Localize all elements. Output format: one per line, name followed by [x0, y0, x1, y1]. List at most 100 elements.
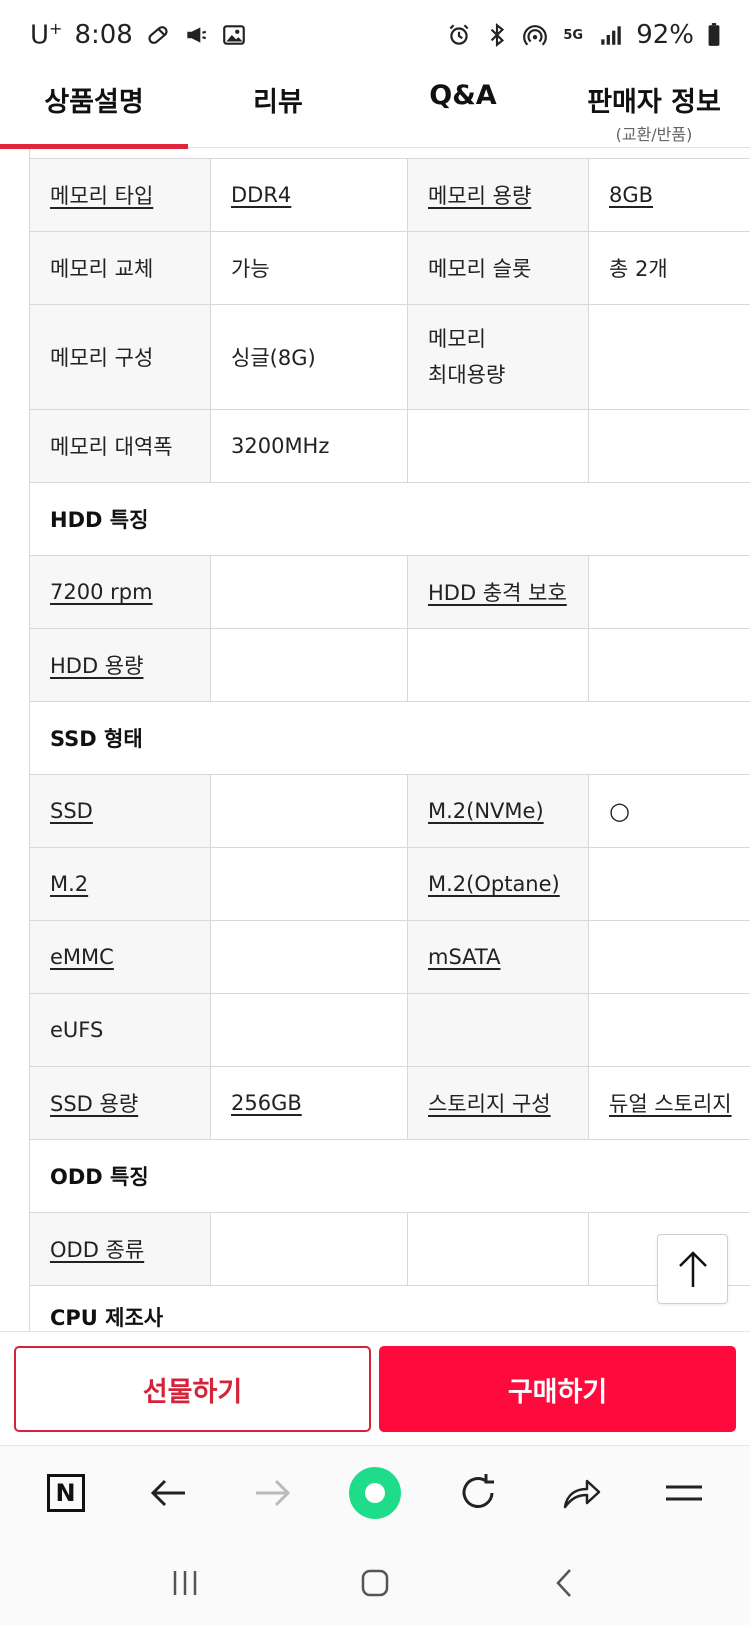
recent-apps-button[interactable]	[155, 1553, 215, 1613]
spec-value-cell[interactable]: DDR4	[210, 158, 408, 232]
tab-qna[interactable]: Q&A	[368, 70, 558, 148]
share-button[interactable]	[550, 1462, 612, 1524]
spec-label[interactable]: M.2(Optane)	[428, 872, 560, 896]
spec-row: eUFS	[29, 993, 750, 1067]
hamburger-menu-icon	[666, 1485, 703, 1501]
spec-label-cell: eUFS	[29, 993, 211, 1067]
spec-label[interactable]: 메모리 용량	[428, 184, 531, 208]
image-icon	[221, 22, 247, 48]
spec-label-cell[interactable]: 7200 rpm	[29, 555, 211, 629]
system-back-button[interactable]	[535, 1553, 595, 1613]
spec-value-cell: ○	[588, 774, 750, 848]
spec-label-cell[interactable]: M.2(NVMe)	[407, 774, 589, 848]
spec-label-cell[interactable]: HDD 용량	[29, 628, 211, 702]
buy-button[interactable]: 구매하기	[379, 1346, 736, 1432]
tab-seller-info[interactable]: 판매자 정보 (교환/반품)	[558, 70, 750, 148]
status-bar: U+ 8:08 5G 92%	[0, 0, 750, 70]
spec-row: M.2 M.2(Optane)	[29, 847, 750, 921]
spec-label[interactable]: M.2(NVMe)	[428, 799, 544, 823]
home-icon	[361, 1569, 389, 1596]
spec-row: ODD 종류	[29, 1212, 750, 1286]
spec-content[interactable]: 메모리 타입 DDR4 메모리 용량 8GB 메모리 교체 가능 메모리 슬롯 …	[0, 149, 750, 1331]
tab-product-description[interactable]: 상품설명	[0, 70, 188, 149]
browser-toolbar: N	[0, 1445, 750, 1540]
spec-row: HDD 용량	[29, 628, 750, 702]
scroll-to-top-button[interactable]	[657, 1234, 728, 1304]
section-heading: CPU 제조사	[29, 1285, 750, 1331]
spec-value-cell	[210, 847, 408, 921]
naver-home-button[interactable]: N	[35, 1462, 97, 1524]
spec-label-cell: 메모리 구성	[29, 304, 211, 410]
spec-label[interactable]: SSD	[50, 799, 93, 823]
tab-label: Q&A	[429, 80, 497, 111]
spec-label-cell[interactable]: HDD 충격 보호	[407, 555, 589, 629]
spec-value-cell	[588, 920, 750, 994]
system-navigation	[0, 1540, 750, 1625]
arrow-up-icon	[678, 1251, 707, 1287]
alarm-icon	[446, 22, 472, 48]
spec-label-cell	[407, 1212, 589, 1286]
spec-label-cell[interactable]: 메모리 용량	[407, 158, 589, 232]
spec-value-cell[interactable]: 256GB	[210, 1066, 408, 1140]
spec-label[interactable]: 스토리지 구성	[428, 1092, 551, 1116]
spec-label-cell[interactable]: M.2(Optane)	[407, 847, 589, 921]
spec-row: 메모리 대역폭 3200MHz	[29, 409, 750, 483]
spec-value-cell	[210, 628, 408, 702]
status-right: 5G 92%	[446, 20, 722, 50]
status-time: 8:08	[74, 20, 133, 50]
home-button[interactable]	[345, 1553, 405, 1613]
purchase-bar: 선물하기 구매하기	[0, 1331, 750, 1445]
spec-label[interactable]: eMMC	[50, 945, 114, 969]
spec-label-cell[interactable]: eMMC	[29, 920, 211, 994]
spec-label[interactable]: SSD 용량	[50, 1092, 138, 1116]
spec-label-cell[interactable]: SSD	[29, 774, 211, 848]
spec-value-cell: 총 2개	[588, 231, 750, 305]
spec-label[interactable]: mSATA	[428, 945, 500, 969]
reload-button[interactable]	[447, 1462, 509, 1524]
spec-label-cell: 메모리 대역폭	[29, 409, 211, 483]
spec-section-row: ODD 특징	[29, 1139, 750, 1213]
tab-sublabel: (교환/반품)	[615, 125, 693, 144]
check-circle-mark: ○	[609, 797, 630, 825]
spec-value[interactable]: 256GB	[231, 1091, 302, 1115]
megaphone-icon	[183, 22, 209, 48]
forward-button[interactable]	[241, 1462, 303, 1524]
spec-label[interactable]: HDD 용량	[50, 654, 143, 678]
spec-label-cell[interactable]: M.2	[29, 847, 211, 921]
spec-label-cell[interactable]: SSD 용량	[29, 1066, 211, 1140]
spec-label[interactable]: HDD 충격 보호	[428, 581, 567, 605]
status-left: U+ 8:08	[30, 19, 247, 51]
spec-label-cell[interactable]: ODD 종류	[29, 1212, 211, 1286]
spec-value[interactable]: 8GB	[609, 183, 653, 207]
menu-button[interactable]	[653, 1462, 715, 1524]
spec-label[interactable]: ODD 종류	[50, 1238, 144, 1262]
tab-label: 리뷰	[253, 87, 303, 118]
spec-value-cell: 3200MHz	[210, 409, 408, 483]
spec-label[interactable]: 메모리 타입	[50, 184, 153, 208]
arrow-right-icon	[255, 1479, 290, 1507]
spec-table: 메모리 타입 DDR4 메모리 용량 8GB 메모리 교체 가능 메모리 슬롯 …	[29, 158, 750, 1331]
spec-label-cell[interactable]: mSATA	[407, 920, 589, 994]
spec-label[interactable]: 7200 rpm	[50, 580, 153, 604]
spec-value-cell	[210, 774, 408, 848]
section-heading: SSD 형태	[29, 701, 750, 775]
spec-row: 메모리 타입 DDR4 메모리 용량 8GB	[29, 158, 750, 232]
spec-value[interactable]: DDR4	[231, 183, 291, 207]
spec-label-cell[interactable]: 스토리지 구성	[407, 1066, 589, 1140]
green-dot-button[interactable]	[344, 1462, 406, 1524]
spec-value[interactable]: 듀얼 스토리지	[609, 1092, 732, 1116]
tab-reviews[interactable]: 리뷰	[188, 70, 368, 148]
spec-row: SSD M.2(NVMe) ○	[29, 774, 750, 848]
spec-label[interactable]: M.2	[50, 872, 88, 896]
spec-value-cell	[210, 555, 408, 629]
product-tabs: 상품설명 리뷰 Q&A 판매자 정보 (교환/반품)	[0, 70, 750, 149]
spec-value-cell	[588, 628, 750, 702]
green-dot-icon	[348, 1467, 401, 1519]
back-button[interactable]	[138, 1462, 200, 1524]
spec-label-cell[interactable]: 메모리 타입	[29, 158, 211, 232]
gift-button[interactable]: 선물하기	[14, 1346, 371, 1432]
tab-label: 상품설명	[44, 87, 144, 118]
spec-value-cell[interactable]: 8GB	[588, 158, 750, 232]
spec-value-cell[interactable]: 듀얼 스토리지	[588, 1066, 750, 1140]
spec-value-cell	[588, 304, 750, 410]
